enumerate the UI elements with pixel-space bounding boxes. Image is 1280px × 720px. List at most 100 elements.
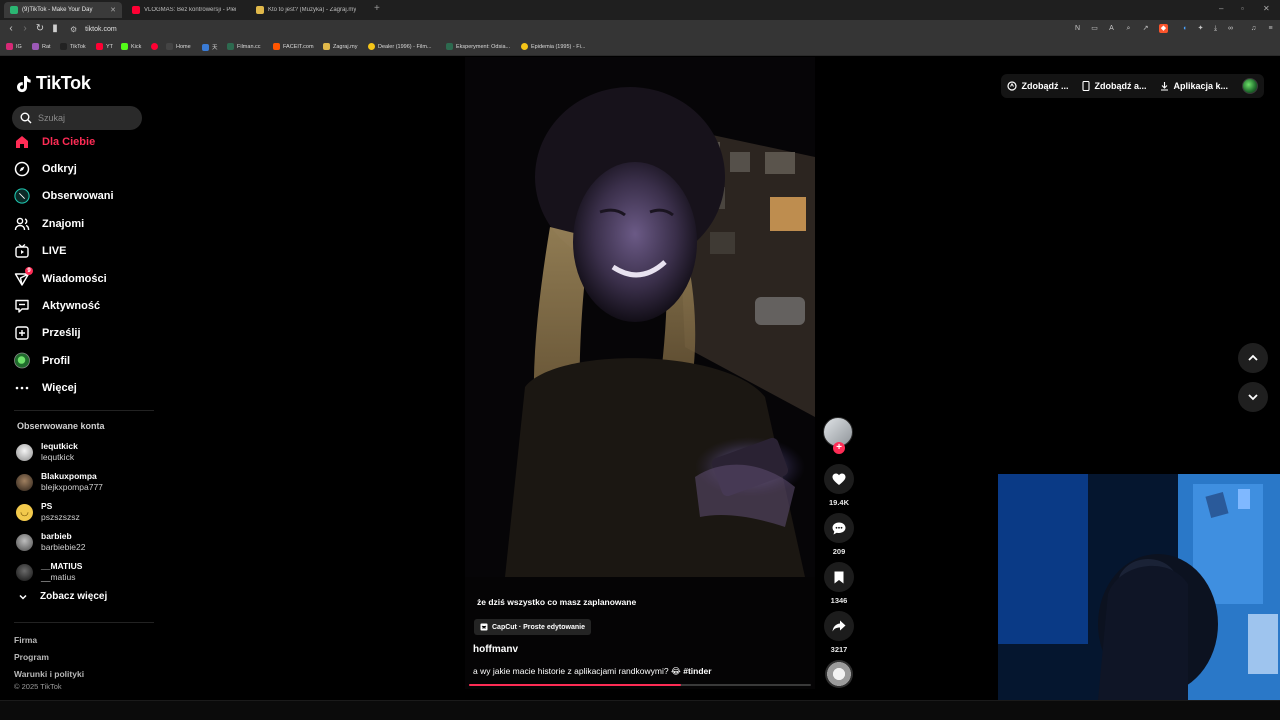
new-tab-icon[interactable]: + [374,3,380,14]
media-icon[interactable]: ♫ [1249,24,1258,33]
sidebar-item-upload[interactable]: Prześlij [14,320,154,347]
save-button[interactable]: 1346 [824,562,854,605]
site-settings-icon[interactable]: ⚙ [70,23,77,37]
browser-tab-vlogmas[interactable]: VLOGMAS: Bez kontrowersji - Plemo [126,2,242,18]
get-app-label: Zdobądź a... [1094,81,1147,91]
tiktok-logo[interactable]: TikTok [16,73,91,94]
back-icon[interactable]: ‹ [4,23,18,34]
bookmark-rat[interactable]: Rat [32,43,51,50]
see-more-button[interactable]: Zobacz więcej [18,591,107,602]
footer-link-terms[interactable]: Warunki i polityki [14,666,84,683]
sidebar-item-following[interactable]: Obserwowani [14,183,154,210]
comment-icon [832,522,846,534]
bookmark-tian[interactable]: 天 [202,43,218,51]
like-button[interactable]: 19.4K [824,464,854,507]
hashtag-link[interactable]: #tinder [683,666,711,676]
bookmark-yt[interactable]: YT [96,43,113,50]
following-accounts-title: Obserwowane konta [17,421,105,431]
extensions-icon[interactable]: ✦ [1196,24,1205,33]
tab-title: Kto to jest? (Muzyka) - Zagraj.my [268,7,357,13]
extension-n-icon[interactable]: N [1073,24,1082,33]
bookmark-dealer[interactable]: Dealer (1996) - Film... [368,43,432,50]
bookmark-ig[interactable]: IG [6,43,22,50]
account-item[interactable]: Blakuxpompa blejkxpompa777 [16,467,146,497]
search-input[interactable] [38,113,128,123]
get-app-button[interactable]: Zdobądź a... [1082,81,1146,91]
extension-blue-icon[interactable]: ◖ [1180,24,1189,33]
creator-avatar[interactable]: + [823,417,853,454]
link-icon[interactable]: ∞ [1226,24,1235,33]
search-box[interactable] [12,106,142,130]
desktop-app-button[interactable]: Aplikacja k... [1160,81,1228,91]
bookmark-tiktok[interactable]: TikTok [60,43,86,50]
video-author[interactable]: hoffmanv [473,644,518,655]
footer-link-program[interactable]: Program [14,649,84,666]
bookmark-eksperyment[interactable]: Eksperyment: Odsia... [446,43,510,50]
get-coins-label: Zdobądź ... [1021,81,1069,91]
account-handle: lequtkick [41,452,75,462]
sidebar-item-label: Prześlij [42,327,81,340]
sidebar-item-label: Aktywność [42,300,101,313]
video-progress-fill [469,684,682,686]
get-coins-button[interactable]: Zdobądź ... [1007,81,1068,91]
maximize-icon[interactable]: ▫ [1241,4,1244,13]
video-player[interactable] [465,57,815,689]
chevron-down-icon [19,594,27,600]
filmweb-icon [521,43,528,50]
sidebar-item-messages[interactable]: 9 Wiadomości [14,265,154,292]
bookmark-youtube-2[interactable] [151,43,158,50]
sidebar-item-for-you[interactable]: Dla Ciebie [14,128,154,155]
address-bar[interactable]: ⚙ tiktok.com [70,23,117,37]
follow-plus-icon[interactable]: + [833,442,845,454]
menu-icon[interactable]: ≡ [1266,24,1275,33]
sidebar-item-friends[interactable]: Znajomi [14,210,154,237]
download-icon [1161,82,1169,91]
webcam-image [998,474,1280,700]
capcut-badge[interactable]: CapCut · Proste edytowanie [474,619,591,635]
user-avatar[interactable] [1242,78,1258,94]
account-item[interactable]: ◡ PS pszszszsz [16,497,146,527]
bookmark-zagraj[interactable]: Zagraj.my [323,43,357,50]
video-progress-bar[interactable] [469,684,811,686]
brave-shields-icon[interactable]: ◆ [1159,24,1168,33]
next-video-button[interactable] [1238,382,1268,412]
account-item[interactable]: lequtkick lequtkick [16,437,146,467]
forward-icon[interactable]: › [18,23,32,34]
bookmark-filman[interactable]: Filman.cc [227,43,261,50]
bookmark-faceit[interactable]: FACEIT.com [273,43,314,50]
more-icon [14,380,30,396]
bookmark-epidemia[interactable]: Epidemia (1995) - Fi... [521,43,585,50]
sidebar-item-more[interactable]: Więcej [14,375,154,402]
music-disc-icon[interactable] [825,660,853,688]
share-icon[interactable]: ↗ [1141,24,1150,33]
bookmark-page-icon[interactable]: ▮ [48,23,62,34]
sidebar-item-activity[interactable]: Aktywność [14,292,154,319]
bookmark-kick[interactable]: Kick [121,43,141,50]
browser-tab-zagraj[interactable]: Kto to jest? (Muzyka) - Zagraj.my [250,2,370,18]
account-name: __MATIUS [41,561,83,571]
instagram-icon [6,43,13,50]
translate-icon[interactable]: A [1107,24,1116,33]
account-item[interactable]: __MATIUS __matius [16,557,146,587]
extension-cast-icon[interactable]: ▭ [1090,24,1099,33]
video-description: a wy jakie macie historie z aplikacjami … [473,666,712,677]
sidebar-item-explore[interactable]: Odkryj [14,155,154,182]
previous-video-button[interactable] [1238,343,1268,373]
account-item[interactable]: barbieb barbiebie22 [16,527,146,557]
sidebar-item-live[interactable]: LIVE [14,238,154,265]
sidebar-item-label: Wiadomości [42,272,107,285]
close-window-icon[interactable]: ✕ [1263,4,1270,13]
share-button[interactable]: 3217 [824,611,854,654]
minimize-icon[interactable]: – [1219,4,1223,13]
reload-icon[interactable]: ↻ [33,23,47,34]
browser-tab-tiktok[interactable]: (9)TikTok - Make Your Day ✕ [4,2,122,18]
bookmark-home[interactable]: Home [166,43,191,50]
zagraj-favicon-icon [256,6,264,14]
filman-icon [227,43,234,50]
comment-button[interactable]: 209 [824,513,854,556]
downloads-icon[interactable]: ⤓ [1211,24,1220,33]
close-tab-icon[interactable]: ✕ [110,6,116,14]
zoom-icon[interactable]: ⌕ [1124,24,1133,33]
footer-link-company[interactable]: Firma [14,632,84,649]
sidebar-item-profile[interactable]: Profil [14,347,154,374]
